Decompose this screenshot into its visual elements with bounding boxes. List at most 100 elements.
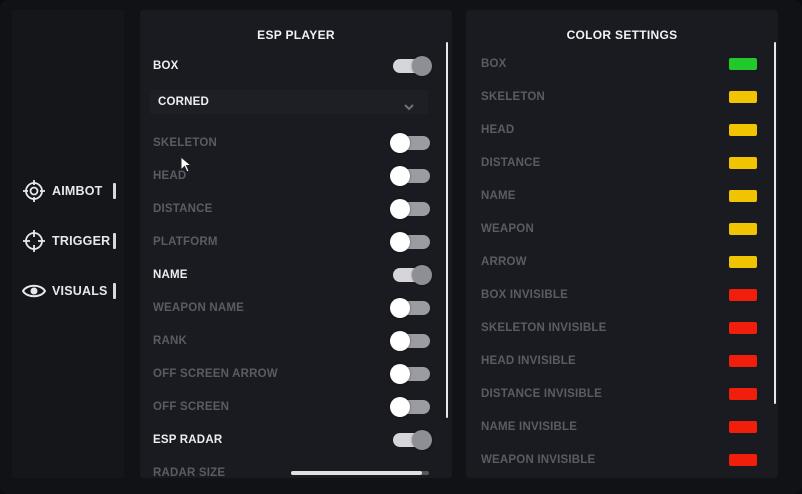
color-row: WEAPON INVISIBLE — [466, 449, 778, 471]
setting-row-box: BOX — [140, 55, 452, 77]
setting-toggle[interactable] — [390, 298, 430, 318]
mouse-cursor-icon — [180, 155, 193, 179]
toggle-knob — [390, 199, 410, 219]
color-swatch[interactable] — [729, 124, 757, 136]
setting-toggle[interactable] — [390, 364, 430, 384]
radar-size-slider[interactable] — [291, 471, 429, 475]
color-settings-panel: COLOR SETTINGS BOX SKELETON HEAD DISTANCE NA… — [466, 10, 778, 478]
setting-row: OFF SCREEN ARROW — [140, 363, 452, 385]
radar-size-fill — [291, 471, 423, 475]
setting-toggle[interactable] — [390, 133, 430, 153]
toggle-knob — [390, 397, 410, 417]
toggle-knob — [390, 331, 410, 351]
color-label: DISTANCE INVISIBLE — [481, 388, 602, 400]
setting-row: PLATFORM — [140, 231, 452, 253]
setting-label: RANK — [153, 335, 188, 347]
box-toggle[interactable] — [393, 56, 432, 76]
crosshair-icon — [22, 179, 46, 203]
color-swatch[interactable] — [729, 388, 757, 400]
setting-toggle[interactable] — [393, 265, 432, 285]
setting-toggle[interactable] — [390, 166, 430, 186]
setting-toggle[interactable] — [390, 331, 430, 351]
setting-row: RANK — [140, 330, 452, 352]
setting-label: OFF SCREEN ARROW — [153, 368, 278, 380]
setting-toggle[interactable] — [390, 232, 430, 252]
setting-row: WEAPON NAME — [140, 297, 452, 319]
color-swatch[interactable] — [729, 322, 757, 334]
color-label: WEAPON — [481, 223, 534, 235]
eye-icon — [22, 279, 46, 303]
setting-toggle[interactable] — [390, 199, 430, 219]
toggle-knob — [390, 298, 410, 318]
color-swatch[interactable] — [729, 58, 757, 70]
nav-indicator — [113, 183, 116, 199]
toggle-knob — [412, 430, 432, 450]
toggle-knob — [390, 133, 410, 153]
setting-label: RADAR SIZE — [153, 467, 226, 478]
color-swatch[interactable] — [729, 157, 757, 169]
scrollbar[interactable] — [446, 42, 448, 418]
color-swatch[interactable] — [729, 256, 757, 268]
color-label: HEAD INVISIBLE — [481, 355, 576, 367]
nav-item-label: AIMBOT — [52, 184, 103, 198]
setting-row: OFF SCREEN — [140, 396, 452, 418]
nav-item-aimbot[interactable]: AIMBOT — [22, 178, 122, 204]
setting-row: NAME — [140, 264, 452, 286]
color-row: HEAD INVISIBLE — [466, 350, 778, 372]
color-swatch[interactable] — [729, 190, 757, 202]
sidebar: AIMBOT TRIGGER VISUALS — [12, 10, 124, 478]
color-label: NAME INVISIBLE — [481, 421, 578, 433]
chevron-down-icon — [404, 98, 414, 116]
setting-row-radar-size: RADAR SIZE — [140, 462, 452, 478]
toggle-knob — [390, 166, 410, 186]
setting-toggle[interactable] — [393, 430, 432, 450]
target-icon — [22, 229, 46, 253]
color-label: BOX INVISIBLE — [481, 289, 568, 301]
color-swatch[interactable] — [729, 223, 757, 235]
nav-item-label: TRIGGER — [52, 234, 111, 248]
box-style-value: CORNED — [158, 96, 210, 108]
color-label: HEAD — [481, 124, 515, 136]
toggle-knob — [390, 364, 410, 384]
color-row: DISTANCE INVISIBLE — [466, 383, 778, 405]
setting-row: DISTANCE — [140, 198, 452, 220]
color-row: BOX — [466, 53, 778, 75]
setting-row: ESP RADAR — [140, 429, 452, 451]
esp-player-panel: ESP PLAYER BOX CORNED SKELETON HEAD DISTAN… — [140, 10, 452, 478]
toggle-knob — [412, 265, 432, 285]
color-swatch[interactable] — [729, 454, 757, 466]
setting-label: WEAPON NAME — [153, 302, 245, 314]
setting-row: SKELETON — [140, 132, 452, 154]
color-swatch[interactable] — [729, 355, 757, 367]
panel-title: ESP PLAYER — [257, 28, 335, 42]
app-window: AIMBOT TRIGGER VISUALS ESP PLAYER BOX CO… — [0, 0, 802, 494]
setting-label: DISTANCE — [153, 203, 213, 215]
color-row: ARROW — [466, 251, 778, 273]
box-style-select[interactable]: CORNED — [150, 90, 428, 114]
color-row: SKELETON — [466, 86, 778, 108]
color-label: ARROW — [481, 256, 527, 268]
color-row: SKELETON INVISIBLE — [466, 317, 778, 339]
setting-label: SKELETON — [153, 137, 218, 149]
setting-label: BOX — [153, 60, 179, 72]
setting-label: ESP RADAR — [153, 434, 223, 446]
color-label: SKELETON — [481, 91, 546, 103]
setting-label: PLATFORM — [153, 236, 218, 248]
nav-item-label: VISUALS — [52, 284, 108, 298]
color-swatch[interactable] — [729, 289, 757, 301]
nav-item-visuals[interactable]: VISUALS — [22, 278, 122, 304]
nav-item-trigger[interactable]: TRIGGER — [22, 228, 122, 254]
nav-indicator — [113, 233, 116, 249]
color-swatch[interactable] — [729, 91, 757, 103]
panel-title: COLOR SETTINGS — [566, 28, 678, 42]
setting-toggle[interactable] — [390, 397, 430, 417]
color-label: SKELETON INVISIBLE — [481, 322, 607, 334]
color-row: NAME INVISIBLE — [466, 416, 778, 438]
color-row: WEAPON — [466, 218, 778, 240]
color-swatch[interactable] — [729, 421, 757, 433]
color-label: DISTANCE — [481, 157, 541, 169]
setting-label: OFF SCREEN — [153, 401, 230, 413]
toggle-knob — [390, 232, 410, 252]
color-label: NAME — [481, 190, 516, 202]
nav-indicator — [113, 283, 116, 299]
